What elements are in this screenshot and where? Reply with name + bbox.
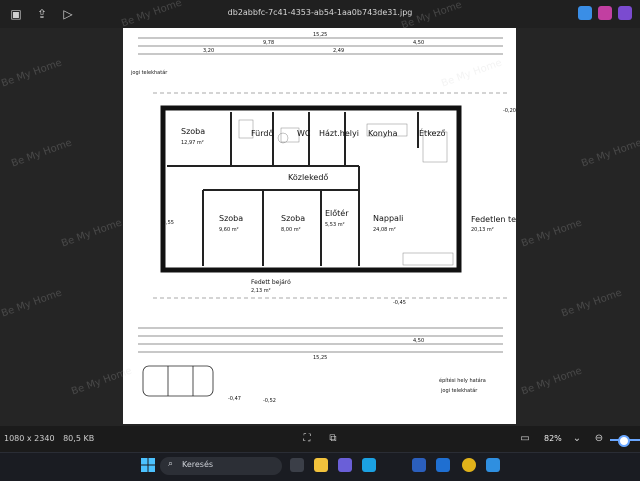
watermark: Be My Home	[0, 57, 64, 90]
photos-icon[interactable]	[486, 458, 500, 472]
watermark: Be My Home	[580, 137, 640, 170]
watermark: Be My Home	[0, 287, 64, 320]
watermark: Be My Home	[520, 365, 584, 398]
dim-top-1: 9,78	[263, 40, 274, 46]
outlook-icon[interactable]	[436, 458, 450, 472]
taskbar-search-box[interactable]	[160, 457, 282, 475]
room-hazt: Házt.helyi	[319, 129, 359, 138]
room-szoba-3-area: 8,00 m²	[281, 227, 301, 233]
level-2: -0,47	[228, 396, 241, 402]
room-bejaro-area: 2,13 m²	[251, 288, 271, 294]
level-4: -0,20	[503, 108, 516, 114]
crop-icon[interactable]: ⧉	[326, 432, 340, 446]
room-szoba-2-area: 9,60 m²	[219, 227, 239, 233]
copilot-icon[interactable]	[598, 6, 612, 20]
title-bar: ▣ ⇪ ▷ db2abbfc-7c41-4353-ab54-1aa0b743de…	[0, 0, 640, 28]
room-eloter-area: 5,53 m²	[325, 222, 345, 228]
room-terasz-area: 20,13 m²	[471, 227, 494, 233]
image-dimensions: 1080 x 2340	[4, 434, 55, 443]
room-bejaro: Fedett bejáró	[251, 279, 291, 286]
watermark: Be My Home	[60, 217, 124, 250]
room-wc: WC	[297, 129, 311, 138]
fit-icon[interactable]: ⛶	[300, 432, 314, 446]
floor-plan-image: Szoba 12,97 m² Fürdő WC Házt.helyi Konyh…	[123, 28, 516, 424]
app-icon[interactable]	[618, 6, 632, 20]
task-view-icon[interactable]	[290, 458, 304, 472]
edge-icon[interactable]	[362, 458, 376, 472]
zoom-slider-handle[interactable]	[618, 435, 630, 447]
label-telekhatar-bottom: jogi telekhatár	[440, 387, 478, 394]
edit-icon[interactable]	[578, 6, 592, 20]
label-telekhatar-top: jogi telekhatár	[130, 69, 168, 76]
room-konyha: Konyha	[368, 129, 398, 138]
room-terasz: Fedetlen terasz	[471, 215, 516, 224]
file-explorer-icon[interactable]	[314, 458, 328, 472]
room-szoba-2: Szoba	[219, 214, 243, 223]
word-icon[interactable]	[412, 458, 426, 472]
teams-icon[interactable]	[338, 458, 352, 472]
dim-top-2: 4,50	[413, 40, 424, 46]
dim-top-3: 3,20	[203, 48, 214, 54]
room-szoba-1-area: 12,97 m²	[181, 140, 204, 146]
window-title: db2abbfc-7c41-4353-ab54-1aa0b743de31.jpg	[227, 8, 413, 17]
dim-bottom-0: 15,25	[313, 355, 327, 361]
search-placeholder: Keresés	[182, 460, 214, 469]
dim-bottom-1: 4,50	[413, 338, 424, 344]
actual-size-icon[interactable]: ▭	[518, 432, 532, 446]
title-right-icons	[578, 6, 632, 20]
status-bar: 1080 x 2340 80,5 KB ⛶ ⧉ ▭ 82% ⌄ ⊖	[0, 426, 640, 452]
level-1: -0,55	[161, 220, 174, 226]
watermark: Be My Home	[560, 287, 624, 320]
label-epitesi-hely: építési hely határa	[439, 377, 486, 384]
room-kozlekedo: Közlekedő	[288, 173, 328, 182]
watermark: Be My Home	[520, 217, 584, 250]
search-icon: ⌕	[168, 459, 174, 469]
chevron-down-icon[interactable]: ⌄	[570, 432, 584, 446]
room-etkezo: Étkező	[419, 127, 446, 138]
windows-start-icon[interactable]	[140, 457, 156, 473]
dim-top-4: 2,49	[333, 48, 344, 54]
watermark: Be My Home	[10, 137, 74, 170]
dim-top-0: 15,25	[313, 32, 327, 38]
zoom-level[interactable]: 82%	[544, 434, 562, 443]
file-size: 80,5 KB	[63, 434, 95, 443]
room-szoba-3: Szoba	[281, 214, 305, 223]
room-nappali: Nappali	[373, 214, 403, 223]
room-szoba-1: Szoba	[181, 127, 205, 136]
level-0: -0,45	[393, 300, 406, 306]
room-furdo: Fürdő	[251, 129, 273, 138]
room-nappali-area: 24,08 m²	[373, 227, 396, 233]
car-drawing	[142, 365, 214, 397]
level-3: -0,52	[263, 398, 276, 404]
image-viewer[interactable]: Szoba 12,97 m² Fürdő WC Házt.helyi Konyh…	[0, 0, 640, 426]
room-eloter: Előtér	[325, 208, 349, 218]
zoom-out-icon[interactable]: ⊖	[592, 432, 606, 446]
status-info: 1080 x 2340 80,5 KB	[4, 434, 94, 443]
chrome-icon[interactable]	[462, 458, 476, 472]
